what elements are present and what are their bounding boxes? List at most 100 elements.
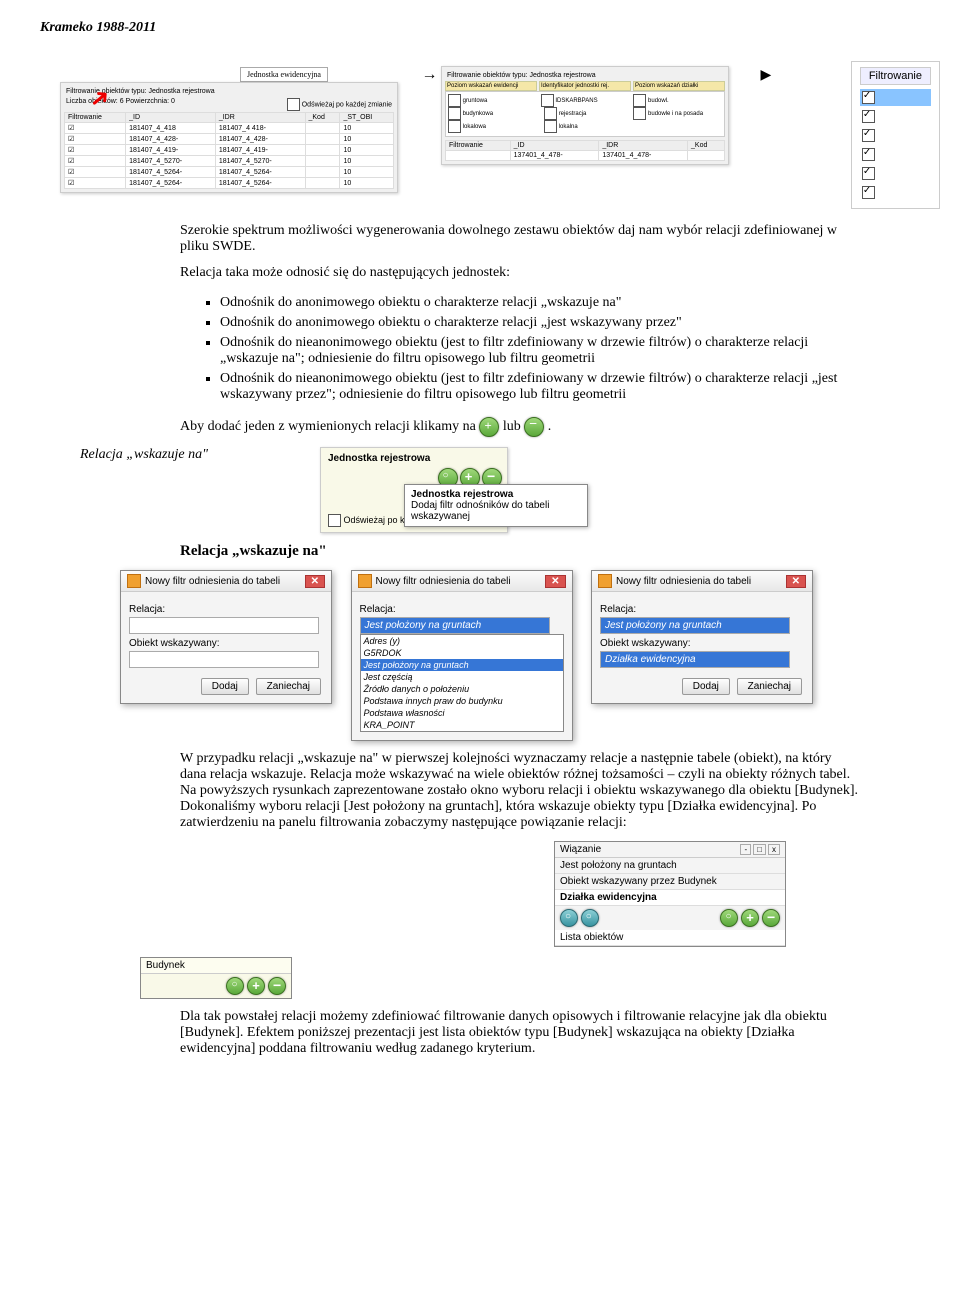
plus-icon[interactable] <box>247 977 265 995</box>
add-button[interactable]: Dodaj <box>201 678 249 695</box>
tab[interactable]: Poziom wskazań działki <box>633 81 725 91</box>
close-icon[interactable]: ✕ <box>305 575 325 588</box>
dialog-filter-1: Nowy filtr odniesienia do tabeli ✕ Relac… <box>120 570 332 704</box>
jr-title: Jednostka rejestrowa <box>324 451 504 466</box>
para-mid: W przypadku relacji „wskazuje na" w pier… <box>180 751 860 831</box>
list-item: Odnośnik do nieanonimowego obiektu (jest… <box>220 371 860 403</box>
filter-check-row[interactable] <box>860 89 931 106</box>
combo-option[interactable]: Jest położony na gruntach <box>361 659 563 671</box>
combo-dropdown: Adres (y) G5RDOK Jest położony na grunta… <box>360 634 564 732</box>
circle-icon[interactable] <box>720 909 738 927</box>
combo-option[interactable]: Jest częścią <box>361 671 563 683</box>
panel1-title: Filtrowanie obiektów typu: Jednostka rej… <box>64 86 394 97</box>
close-icon[interactable]: ✕ <box>545 575 565 588</box>
col-header: _ID <box>126 113 216 123</box>
filter-check-row[interactable] <box>860 108 931 125</box>
close-icon[interactable]: ✕ <box>786 575 806 588</box>
filter-check-row[interactable] <box>860 184 931 201</box>
cancel-button[interactable]: Zaniechaj <box>256 678 321 695</box>
dialog-title: Nowy filtr odniesienia do tabeli <box>376 576 511 587</box>
wiazanie-row: Obiekt wskazywany przez Budynek <box>555 874 785 890</box>
mini-panel-title: Jednostka ewidencyjna <box>240 67 328 82</box>
tab[interactable]: Poziom wskazań ewidencji <box>445 81 537 91</box>
plus-icon[interactable] <box>479 417 499 437</box>
combo-option[interactable]: G5RDOK <box>361 647 563 659</box>
filtrowanie-title: Filtrowanie <box>860 67 931 85</box>
combo-option[interactable]: KRA_POINT <box>361 719 563 731</box>
obiekt-field[interactable] <box>129 651 319 668</box>
combo-option[interactable]: Podstawa własności <box>361 707 563 719</box>
filter-check-row[interactable] <box>860 146 931 163</box>
tooltip: Jednostka rejestrowa Dodaj filtr odnośni… <box>404 484 588 527</box>
app-icon <box>598 574 612 588</box>
bullet-list: Odnośnik do anonimowego obiektu o charak… <box>180 295 860 403</box>
combo-option[interactable]: Podstawa innych praw do budynku <box>361 695 563 707</box>
cyan-circle-icon[interactable] <box>560 909 578 927</box>
dialog-filter-2: Nowy filtr odniesienia do tabeli ✕ Relac… <box>351 570 573 741</box>
combo-option[interactable]: Adres (y) <box>361 635 563 647</box>
refresh-checkbox[interactable] <box>328 514 341 527</box>
app-icon <box>127 574 141 588</box>
heading-relacja: Relacja „wskazuje na" <box>180 543 860 560</box>
list-item: Odnośnik do anonimowego obiektu o charak… <box>220 315 860 331</box>
label-obiekt: Obiekt wskazywany: <box>600 638 804 649</box>
wiazanie-row: Jest położony na gruntach <box>555 858 785 874</box>
list-item: Odnośnik do nieanonimowego obiektu (jest… <box>220 335 860 367</box>
minus-icon[interactable] <box>268 977 286 995</box>
add-button[interactable]: Dodaj <box>682 678 730 695</box>
margin-note: Relacja „wskazuje na" <box>80 447 208 463</box>
label-relacja: Relacja: <box>360 604 564 615</box>
filter-check-row[interactable] <box>860 165 931 182</box>
dialog-filter-3: Nowy filtr odniesienia do tabeli ✕ Relac… <box>591 570 813 704</box>
cyan-circle-icon[interactable] <box>581 909 599 927</box>
panel1-stats: Liczba obiektów: 6 Powierzchnia: 0 <box>66 98 175 111</box>
budynek-panel: Budynek <box>140 957 292 999</box>
cancel-button[interactable]: Zaniechaj <box>737 678 802 695</box>
tab[interactable]: Identyfikator jednostki rej. <box>539 81 631 91</box>
wiazanie-panel: Wiązanie - □ x Jest położony na gruntach… <box>554 841 786 947</box>
plus-icon[interactable] <box>741 909 759 927</box>
intro-p3: Aby dodać jeden z wymienionych relacji k… <box>180 417 860 437</box>
tooltip-title: Jednostka rejestrowa <box>411 489 581 500</box>
minus-icon[interactable] <box>762 909 780 927</box>
jr-panel: Jednostka rejestrowa Jednostka rejestrow… <box>320 447 508 533</box>
combo-option[interactable]: Źródło danych o położeniu <box>361 683 563 695</box>
dialog-title: Nowy filtr odniesienia do tabeli <box>616 576 751 587</box>
intro-p1: Szerokie spektrum możliwości wygenerowan… <box>180 223 860 255</box>
refresh-label: Odświeżaj po każdej zmianie <box>302 101 392 108</box>
wiazanie-row-selected: Działka ewidencyjna <box>555 890 785 906</box>
label-obiekt: Obiekt wskazywany: <box>129 638 323 649</box>
tooltip-text: Dodaj filtr odnośników do tabeli wskazyw… <box>411 500 581 522</box>
obiekt-field[interactable]: Działka ewidencyjna <box>600 651 790 668</box>
close-icon[interactable]: x <box>768 844 780 855</box>
label-relacja: Relacja: <box>600 604 804 615</box>
arrow-icon: → <box>422 66 438 83</box>
budynek-title: Budynek <box>141 958 291 974</box>
app-icon <box>358 574 372 588</box>
label-relacja: Relacja: <box>129 604 323 615</box>
expand-arrow-icon[interactable]: ▶ <box>761 67 772 84</box>
col-header: Filtrowanie <box>65 113 126 123</box>
filtrowanie-panel: Filtrowanie <box>851 61 940 209</box>
relacja-field[interactable]: Jest położony na gruntach <box>600 617 790 634</box>
refresh-checkbox[interactable] <box>287 98 300 111</box>
intro-p2: Relacja taka może odnosić się do następu… <box>180 265 860 281</box>
wiazanie-row: Lista obiektów <box>555 930 785 946</box>
relacja-combo[interactable]: Jest położony na gruntach <box>360 617 550 634</box>
page-header: Krameko 1988-2011 <box>40 20 920 36</box>
para-end: Dla tak powstałej relacji możemy zdefini… <box>180 1009 860 1057</box>
col-header: _ST_OBI <box>340 113 394 123</box>
minus-icon[interactable] <box>524 417 544 437</box>
restore-icon[interactable]: □ <box>753 844 766 855</box>
col-header: _Kod <box>305 113 340 123</box>
dialog-title: Nowy filtr odniesienia do tabeli <box>145 576 280 587</box>
panel2-title: Filtrowanie obiektów typu: Jednostka rej… <box>445 70 725 81</box>
relacja-field[interactable] <box>129 617 319 634</box>
circle-icon[interactable] <box>226 977 244 995</box>
wiazanie-title: Wiązanie <box>560 844 601 855</box>
filter-objects-panel-1: Filtrowanie obiektów typu: Jednostka rej… <box>60 82 398 193</box>
filter-check-row[interactable] <box>860 127 931 144</box>
list-item: Odnośnik do anonimowego obiektu o charak… <box>220 295 860 311</box>
min-icon[interactable]: - <box>740 844 751 855</box>
filter-objects-panel-2: Filtrowanie obiektów typu: Jednostka rej… <box>441 66 729 165</box>
